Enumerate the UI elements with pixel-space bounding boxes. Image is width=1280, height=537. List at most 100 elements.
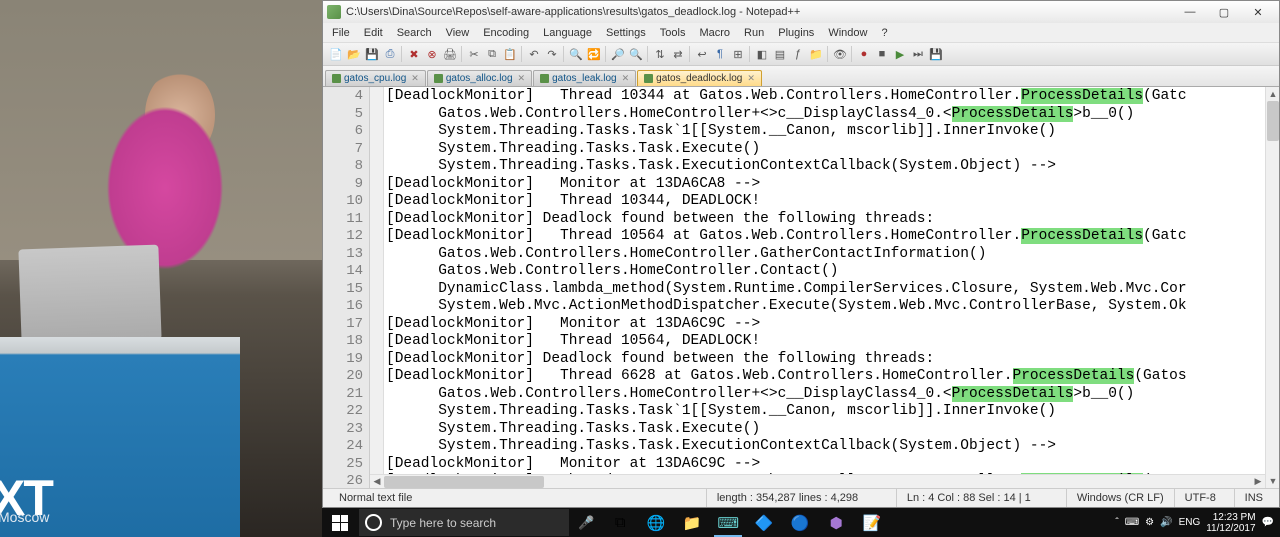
- code-line[interactable]: System.Threading.Tasks.Task.ExecutionCon…: [386, 438, 1265, 456]
- code-line[interactable]: [DeadlockMonitor] Monitor at 13DA6C9C --…: [386, 316, 1265, 334]
- code-line[interactable]: [DeadlockMonitor] Thread 10564, DEADLOCK…: [386, 333, 1265, 351]
- close-button[interactable]: ✕: [1241, 2, 1275, 22]
- code-line[interactable]: DynamicClass.lambda_method(System.Runtim…: [386, 281, 1265, 299]
- code-line[interactable]: System.Web.Mvc.ActionMethodDispatcher.Ex…: [386, 298, 1265, 316]
- code-line[interactable]: [DeadlockMonitor] Deadlock found between…: [386, 351, 1265, 369]
- titlebar[interactable]: C:\Users\Dina\Source\Repos\self-aware-ap…: [323, 1, 1279, 23]
- edge-browser-icon[interactable]: 🌐: [638, 508, 674, 537]
- terminal-icon[interactable]: ⌨: [710, 508, 746, 537]
- tray-volume-icon[interactable]: 🔊: [1160, 517, 1172, 528]
- play-macro-icon[interactable]: ▶: [891, 45, 909, 63]
- code-line[interactable]: System.Threading.Tasks.Task`1[[System.__…: [386, 123, 1265, 141]
- code-line[interactable]: [DeadlockMonitor] Deadlock found between…: [386, 211, 1265, 229]
- tray-notifications-icon[interactable]: 💬: [1262, 517, 1274, 528]
- tab-close-icon[interactable]: ✕: [518, 73, 526, 84]
- close-doc-icon[interactable]: ✖: [405, 45, 423, 63]
- scroll-left-icon[interactable]: ◀: [370, 475, 384, 489]
- code-line[interactable]: Gatos.Web.Controllers.HomeController+<>c…: [386, 106, 1265, 124]
- code-editor[interactable]: [DeadlockMonitor] Thread 10344 at Gatos.…: [384, 87, 1265, 488]
- funclist-icon[interactable]: ƒ: [789, 45, 807, 63]
- cortana-mic-icon[interactable]: 🎤: [570, 508, 602, 537]
- userlang-icon[interactable]: ◧: [753, 45, 771, 63]
- code-line[interactable]: [DeadlockMonitor] Thread 10344 at Gatos.…: [386, 88, 1265, 106]
- code-line[interactable]: [DeadlockMonitor] Monitor at 13DA6CA8 --…: [386, 176, 1265, 194]
- indent-guide-icon[interactable]: ⊞: [729, 45, 747, 63]
- app-icon-2[interactable]: 🔵: [782, 508, 818, 537]
- vertical-scrollbar[interactable]: ▲ ▼: [1265, 87, 1279, 488]
- new-file-icon[interactable]: 📄: [327, 45, 345, 63]
- maximize-button[interactable]: ▢: [1207, 2, 1241, 22]
- sync-hscroll-icon[interactable]: ⇄: [669, 45, 687, 63]
- minimize-button[interactable]: —: [1173, 2, 1207, 22]
- menu-language[interactable]: Language: [536, 26, 599, 40]
- tab-gatos-alloc[interactable]: gatos_alloc.log✕: [427, 70, 532, 86]
- print-icon[interactable]: 🖨: [441, 45, 459, 63]
- menu-view[interactable]: View: [439, 26, 477, 40]
- folder-icon[interactable]: 📁: [807, 45, 825, 63]
- scroll-up-icon[interactable]: ▲: [1266, 87, 1279, 101]
- code-line[interactable]: System.Threading.Tasks.Task.Execute(): [386, 421, 1265, 439]
- paste-icon[interactable]: 📋: [501, 45, 519, 63]
- code-line[interactable]: System.Threading.Tasks.Task.Execute(): [386, 141, 1265, 159]
- open-file-icon[interactable]: 📂: [345, 45, 363, 63]
- code-line[interactable]: [DeadlockMonitor] Monitor at 13DA6C9C --…: [386, 456, 1265, 474]
- sync-vscroll-icon[interactable]: ⇅: [651, 45, 669, 63]
- code-line[interactable]: [DeadlockMonitor] Thread 10564 at Gatos.…: [386, 228, 1265, 246]
- menu-search[interactable]: Search: [390, 26, 439, 40]
- menu-plugins[interactable]: Plugins: [771, 26, 821, 40]
- menu-tools[interactable]: Tools: [653, 26, 693, 40]
- visual-studio-icon[interactable]: ⬢: [818, 508, 854, 537]
- replace-icon[interactable]: 🔁: [585, 45, 603, 63]
- code-line[interactable]: System.Threading.Tasks.Task.ExecutionCon…: [386, 158, 1265, 176]
- menu-edit[interactable]: Edit: [357, 26, 390, 40]
- play-multi-icon[interactable]: ⏭: [909, 45, 927, 63]
- code-line[interactable]: [DeadlockMonitor] Thread 6628 at Gatos.W…: [386, 368, 1265, 386]
- task-view-icon[interactable]: ⧉: [602, 508, 638, 537]
- record-macro-icon[interactable]: ●: [855, 45, 873, 63]
- tab-close-icon[interactable]: ✕: [747, 73, 755, 84]
- wordwrap-icon[interactable]: ↩: [693, 45, 711, 63]
- scroll-thumb[interactable]: [1267, 101, 1279, 141]
- code-line[interactable]: [DeadlockMonitor] Thread 10344, DEADLOCK…: [386, 193, 1265, 211]
- menu-encoding[interactable]: Encoding: [476, 26, 536, 40]
- tab-close-icon[interactable]: ✕: [622, 73, 630, 84]
- redo-icon[interactable]: ↷: [543, 45, 561, 63]
- undo-icon[interactable]: ↶: [525, 45, 543, 63]
- docmap-icon[interactable]: ▤: [771, 45, 789, 63]
- stop-macro-icon[interactable]: ■: [873, 45, 891, 63]
- app-icon-1[interactable]: 🔷: [746, 508, 782, 537]
- file-explorer-icon[interactable]: 📁: [674, 508, 710, 537]
- menu-macro[interactable]: Macro: [692, 26, 737, 40]
- taskbar-search[interactable]: Type here to search: [359, 509, 569, 536]
- copy-icon[interactable]: ⧉: [483, 45, 501, 63]
- find-icon[interactable]: 🔍: [567, 45, 585, 63]
- tray-network-icon[interactable]: ⚙: [1145, 517, 1154, 528]
- scroll-thumb-h[interactable]: [384, 476, 544, 488]
- save-icon[interactable]: 💾: [363, 45, 381, 63]
- zoom-out-icon[interactable]: 🔍: [627, 45, 645, 63]
- zoom-in-icon[interactable]: 🔎: [609, 45, 627, 63]
- start-button[interactable]: [322, 508, 358, 537]
- save-all-icon[interactable]: ⎙: [381, 45, 399, 63]
- tab-gatos-deadlock[interactable]: gatos_deadlock.log✕: [637, 70, 762, 86]
- tab-gatos-leak[interactable]: gatos_leak.log✕: [533, 70, 636, 86]
- save-macro-icon[interactable]: 💾: [927, 45, 945, 63]
- tray-clock[interactable]: 12:23 PM 11/12/2017: [1206, 512, 1255, 534]
- code-line[interactable]: Gatos.Web.Controllers.HomeController+<>c…: [386, 386, 1265, 404]
- tray-keyboard-icon[interactable]: ⌨: [1125, 517, 1139, 528]
- notepadpp-task-icon[interactable]: 📝: [854, 508, 890, 537]
- code-line[interactable]: Gatos.Web.Controllers.HomeController.Con…: [386, 263, 1265, 281]
- scroll-right-icon[interactable]: ▶: [1251, 475, 1265, 489]
- tab-close-icon[interactable]: ✕: [411, 73, 419, 84]
- monitoring-icon[interactable]: 👁: [831, 45, 849, 63]
- fold-margin[interactable]: [370, 87, 384, 488]
- close-all-icon[interactable]: ⊗: [423, 45, 441, 63]
- menu-window[interactable]: Window: [821, 26, 874, 40]
- menu-settings[interactable]: Settings: [599, 26, 653, 40]
- code-line[interactable]: System.Threading.Tasks.Task`1[[System.__…: [386, 403, 1265, 421]
- cut-icon[interactable]: ✂: [465, 45, 483, 63]
- menu-help[interactable]: ?: [874, 26, 894, 40]
- show-all-chars-icon[interactable]: ¶: [711, 45, 729, 63]
- tray-chevron-icon[interactable]: ˆ: [1115, 517, 1118, 528]
- code-line[interactable]: Gatos.Web.Controllers.HomeController.Gat…: [386, 246, 1265, 264]
